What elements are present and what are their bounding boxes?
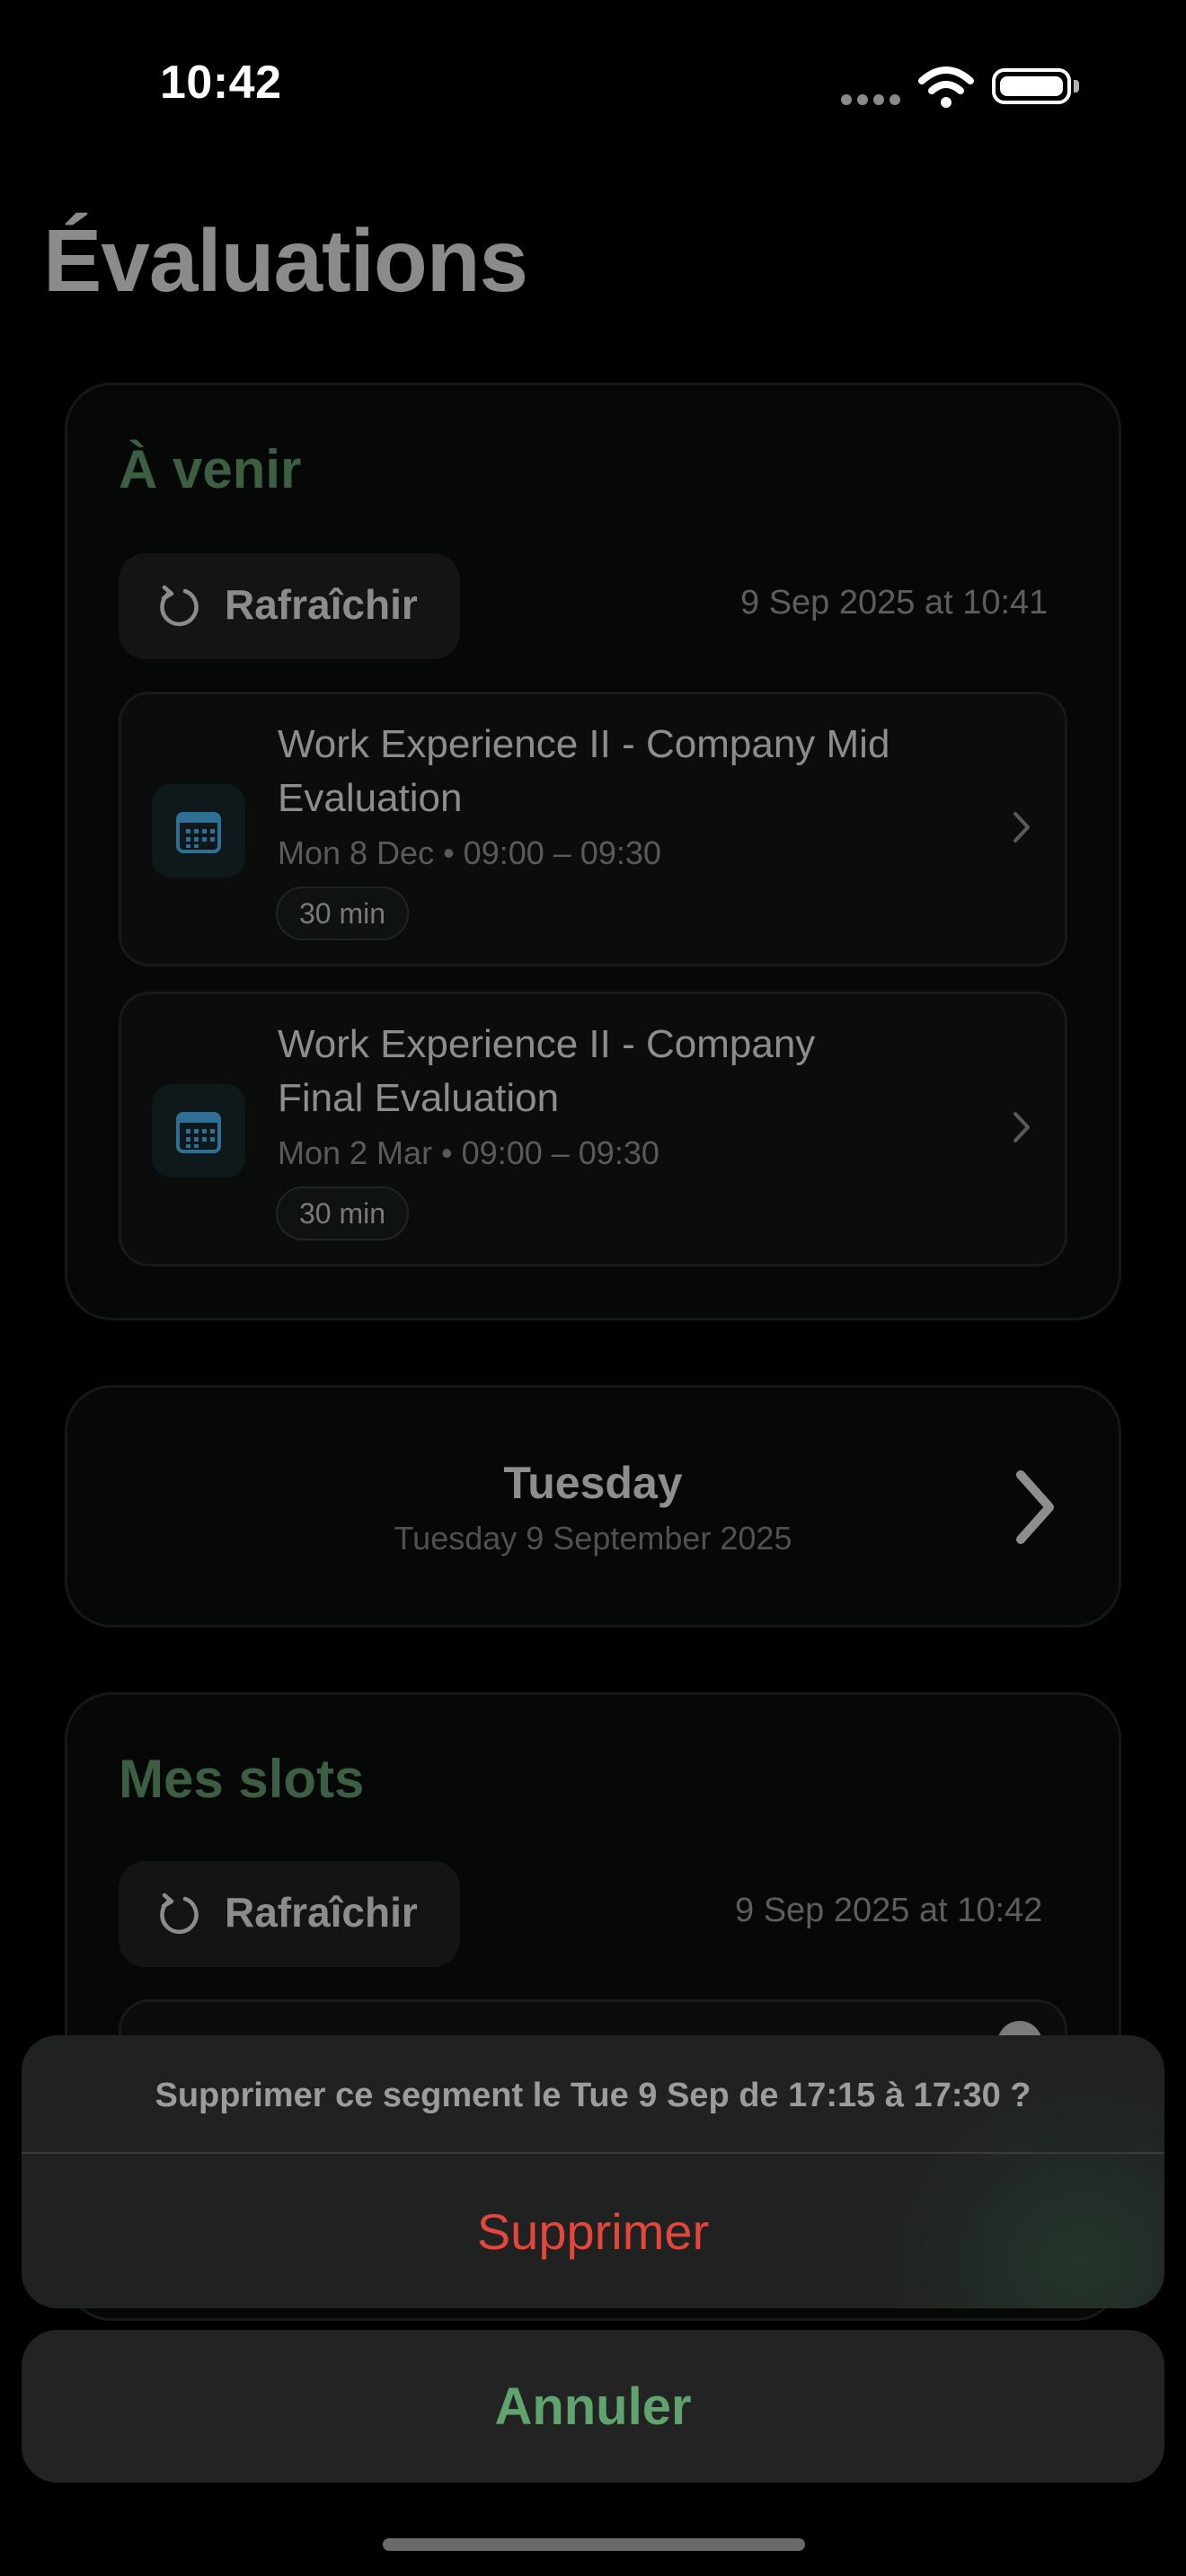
evaluation-title: Work Experience II - Company Mid Evaluat… <box>278 722 890 820</box>
evaluation-datetime: Mon 8 Dec • 09:00 – 09:30 <box>278 834 661 871</box>
status-time: 10:42 <box>160 57 282 109</box>
refresh-icon <box>160 1892 199 1935</box>
upcoming-section-title: À venir <box>119 439 302 499</box>
evaluation-item[interactable]: Work Experience II - Company Mid Evaluat… <box>119 692 1067 966</box>
page-title: Évaluations <box>43 211 528 310</box>
wifi-icon <box>918 66 974 108</box>
calendar-icon-tile <box>152 784 245 878</box>
battery-icon <box>992 68 1071 104</box>
delete-action-sheet: Supprimer ce segment le Tue 9 Sep de 17:… <box>22 2035 1164 2308</box>
last-refresh-timestamp: 9 Sep 2025 at 10:41 <box>740 584 1049 622</box>
refresh-button[interactable]: Rafraîchir <box>119 1861 460 1967</box>
refresh-icon <box>160 585 199 627</box>
cancel-button-label: Annuler <box>494 2378 692 2436</box>
battery-tip <box>1074 80 1079 93</box>
cancel-button[interactable]: Annuler <box>22 2330 1164 2483</box>
delete-button[interactable]: Supprimer <box>22 2154 1164 2308</box>
my-slots-section-title: Mes slots <box>119 1749 365 1809</box>
selected-date-label: Tuesday 9 September 2025 <box>394 1520 792 1557</box>
refresh-button-label: Rafraîchir <box>225 1889 418 1936</box>
home-indicator <box>383 2538 805 2551</box>
duration-badge: 30 min <box>276 887 410 940</box>
calendar-icon <box>176 812 221 853</box>
evaluation-title: Work Experience II - Company Final Evalu… <box>278 1022 816 1120</box>
last-refresh-timestamp: 9 Sep 2025 at 10:42 <box>735 1892 1043 1929</box>
action-sheet-message: Supprimer ce segment le Tue 9 Sep de 17:… <box>155 2077 1031 2114</box>
chevron-right-icon <box>1013 812 1030 842</box>
delete-button-label: Supprimer <box>476 2203 710 2260</box>
chevron-right-icon <box>1013 1112 1030 1142</box>
refresh-button[interactable]: Rafraîchir <box>119 553 460 659</box>
next-day-chevron-icon[interactable] <box>1010 1464 1060 1550</box>
calendar-icon-tile <box>152 1084 245 1178</box>
duration-badge: 30 min <box>276 1187 410 1240</box>
selected-day-label: Tuesday <box>503 1458 683 1508</box>
evaluation-datetime: Mon 2 Mar • 09:00 – 09:30 <box>278 1134 659 1171</box>
refresh-button-label: Rafraîchir <box>225 581 418 628</box>
evaluation-item[interactable]: Work Experience II - Company Final Evalu… <box>119 992 1067 1266</box>
calendar-icon <box>176 1112 221 1153</box>
